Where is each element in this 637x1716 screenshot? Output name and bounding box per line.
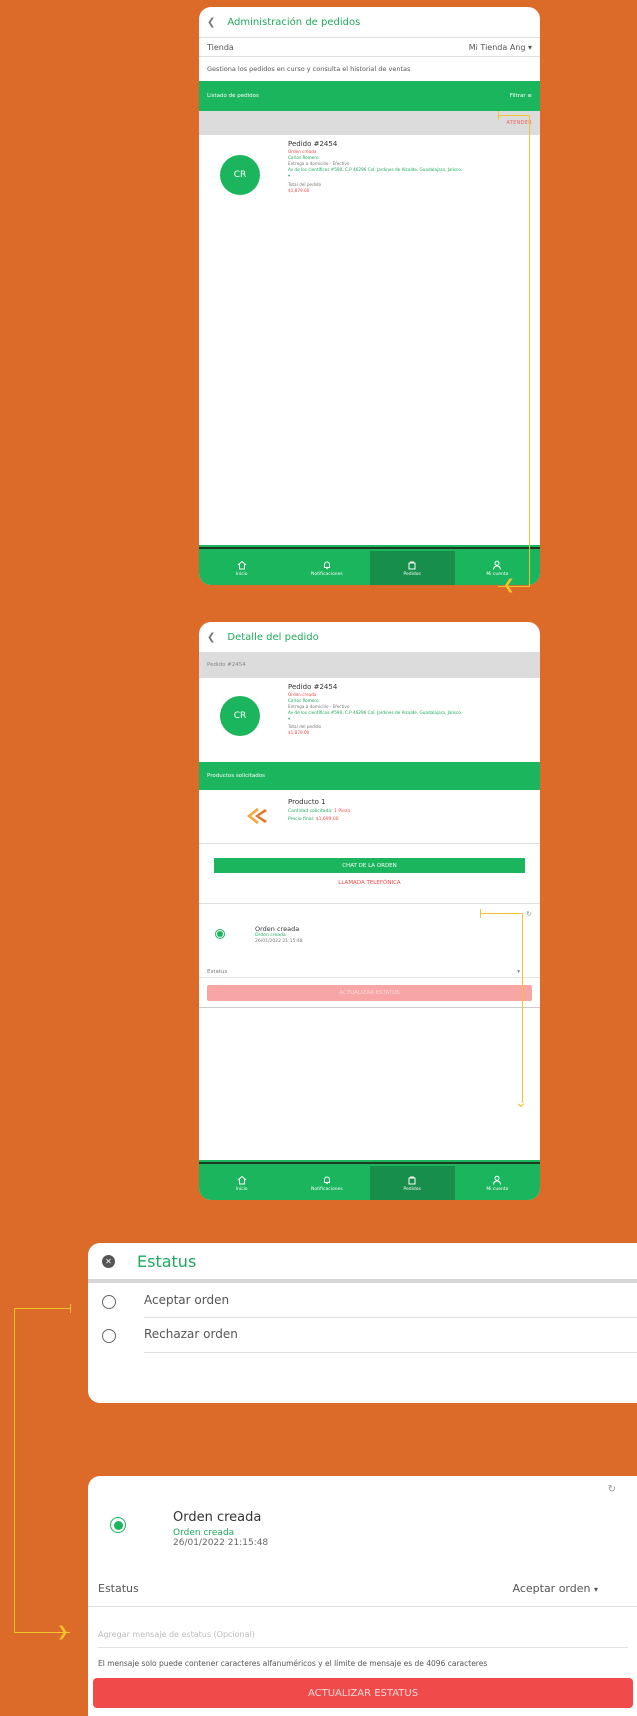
store-value: Mi Tienda Ang — [468, 42, 526, 52]
bell-icon — [323, 1176, 330, 1184]
dialog-title: Estatus — [137, 1251, 197, 1271]
dialog-header: ✕ Estatus — [88, 1243, 637, 1283]
order-summary: CR Pedido #2454 Orden creada Carlos Rome… — [199, 678, 540, 762]
option-label: Rechazar orden — [144, 1327, 238, 1341]
app-header: ❮ Administración de pedidos — [199, 7, 540, 37]
qty-label: Cantidad solicitada: — [288, 809, 333, 814]
call-button[interactable]: LLAMADA TELEFÓNICA — [199, 880, 540, 886]
option-accept[interactable]: Aceptar orden — [88, 1283, 637, 1318]
option-label: Aceptar orden — [144, 1293, 230, 1307]
orders-icon — [408, 1176, 416, 1184]
avatar: CR — [220, 696, 260, 736]
status-date: 26/01/2022 21:15:48 — [255, 939, 303, 944]
expand-icon[interactable]: ▾ — [288, 716, 533, 722]
nav-divider — [199, 545, 540, 551]
home-icon — [237, 1175, 246, 1184]
expand-icon[interactable]: ▾ — [288, 173, 533, 179]
status-title: Orden creada — [255, 925, 300, 933]
order-actions-bar: ATENDER — [199, 111, 540, 135]
connector-tick — [70, 1304, 71, 1313]
message-hint: El mensaje solo puede contener caractere… — [98, 1659, 488, 1668]
product-thumbnail — [247, 808, 267, 824]
nav-pedidos[interactable]: Pedidos — [369, 551, 455, 585]
order-ref-bar: Pedido #2454 — [199, 652, 540, 678]
status-value: Aceptar orden — [512, 1582, 591, 1595]
avatar: CR — [220, 155, 260, 195]
chevron-down-icon: ▾ — [593, 1585, 598, 1594]
connector-tick — [498, 111, 499, 120]
product-item[interactable]: Producto 1 Cantidad solicitada: 1 Pieza … — [199, 790, 540, 844]
chevron-down-icon: ▾ — [527, 42, 532, 52]
status-label: Estatus — [98, 1582, 139, 1595]
list-title: Listado de pedidos — [207, 93, 259, 99]
nav-mi-cuenta[interactable]: Mi cuenta — [455, 1166, 540, 1200]
status-title: Orden creada — [173, 1510, 262, 1525]
divider — [144, 1352, 637, 1353]
option-reject[interactable]: Rechazar orden — [88, 1318, 637, 1353]
orders-admin-screen: ❮ Administración de pedidos Tienda Mi Ti… — [199, 7, 540, 585]
flow-connector — [480, 913, 523, 1103]
flow-connector — [14, 1308, 70, 1633]
bottom-nav: Inicio Notificaciones Pedidos Mi cuenta — [199, 545, 540, 585]
status-label: Estatus — [207, 968, 228, 975]
price-label: Precio final: — [288, 817, 315, 822]
price-value: $1,699.00 — [315, 817, 339, 822]
bell-icon — [323, 561, 330, 569]
status-dialog: ✕ Estatus Aceptar orden Rechazar orden — [88, 1243, 637, 1403]
page-title: Administración de pedidos — [227, 16, 361, 28]
bottom-nav: Inicio Notificaciones Pedidos Mi cuenta — [199, 1160, 540, 1200]
radio-selected-icon — [110, 1517, 126, 1533]
back-icon[interactable]: ❮ — [207, 17, 215, 28]
order-title: Pedido #2454 — [288, 140, 338, 148]
order-title: Pedido #2454 — [288, 683, 338, 691]
nav-divider — [199, 1160, 540, 1166]
total-value: $1,879.00 — [288, 730, 310, 735]
filter-label: Filtrar — [509, 93, 526, 99]
nav-inicio[interactable]: Inicio — [199, 1166, 284, 1200]
nav-inicio[interactable]: Inicio — [199, 551, 284, 585]
home-icon — [237, 560, 246, 569]
order-detail-screen: ❮ Detalle del pedido Pedido #2454 CR Ped… — [199, 622, 540, 1200]
refresh-icon[interactable]: ↻ — [526, 910, 532, 918]
status-date: 26/01/2022 21:15:48 — [173, 1538, 269, 1548]
qty-value: 1 Pieza — [334, 809, 351, 814]
user-icon — [493, 1175, 502, 1185]
status-sub: Orden creada — [173, 1528, 235, 1538]
chat-button[interactable]: CHAT DE LA ORDEN — [214, 858, 525, 873]
update-status-button[interactable]: ACTUALIZAR ESTATUS — [93, 1678, 633, 1708]
back-icon[interactable]: ❮ — [207, 632, 215, 643]
order-actions: CHAT DE LA ORDEN LLAMADA TELEFÓNICA — [199, 844, 540, 904]
status-select[interactable]: Estatus Aceptar orden ▾ — [88, 1571, 637, 1607]
page-description: Gestiona los pedidos en curso y consulta… — [207, 65, 411, 73]
arrow-right-icon: ❯ — [57, 1624, 69, 1640]
page-title: Detalle del pedido — [227, 631, 319, 643]
radio-unselected-icon — [102, 1295, 116, 1309]
connector-tick — [480, 909, 481, 918]
close-icon[interactable]: ✕ — [102, 1254, 115, 1268]
refresh-icon[interactable]: ↻ — [608, 1484, 616, 1495]
order-card[interactable]: CR Pedido #2454 Orden creada Carlos Rome… — [199, 135, 540, 227]
radio-selected-icon — [215, 929, 225, 939]
filter-button[interactable]: Filtrar ≡ — [510, 93, 532, 99]
product-name: Producto 1 — [288, 798, 326, 806]
flow-connector — [498, 115, 530, 587]
arrow-left-icon: ❮ — [503, 577, 515, 593]
app-header: ❮ Detalle del pedido — [199, 622, 540, 652]
nav-pedidos[interactable]: Pedidos — [369, 1166, 455, 1200]
orders-icon — [408, 561, 416, 569]
filter-icon: ≡ — [527, 93, 532, 99]
products-header: Productos solicitados — [199, 762, 540, 790]
status-message-input[interactable]: Agregar mensaje de estatus (Opcional) — [98, 1622, 628, 1648]
store-selector[interactable]: Tienda Mi Tienda Ang ▾ — [199, 37, 540, 57]
order-ref: Pedido #2454 — [207, 662, 246, 668]
total-value: $1,879.00 — [288, 188, 310, 193]
list-header: Listado de pedidos Filtrar ≡ — [199, 81, 540, 111]
nav-notificaciones[interactable]: Notificaciones — [284, 1166, 369, 1200]
arrow-down-icon: ⌄ — [515, 1095, 527, 1111]
store-label: Tienda — [207, 42, 234, 52]
products-title: Productos solicitados — [207, 773, 265, 779]
nav-notificaciones[interactable]: Notificaciones — [284, 551, 369, 585]
radio-unselected-icon — [102, 1329, 116, 1343]
status-update-card: ↻ Orden creada Orden creada 26/01/2022 2… — [88, 1476, 637, 1716]
